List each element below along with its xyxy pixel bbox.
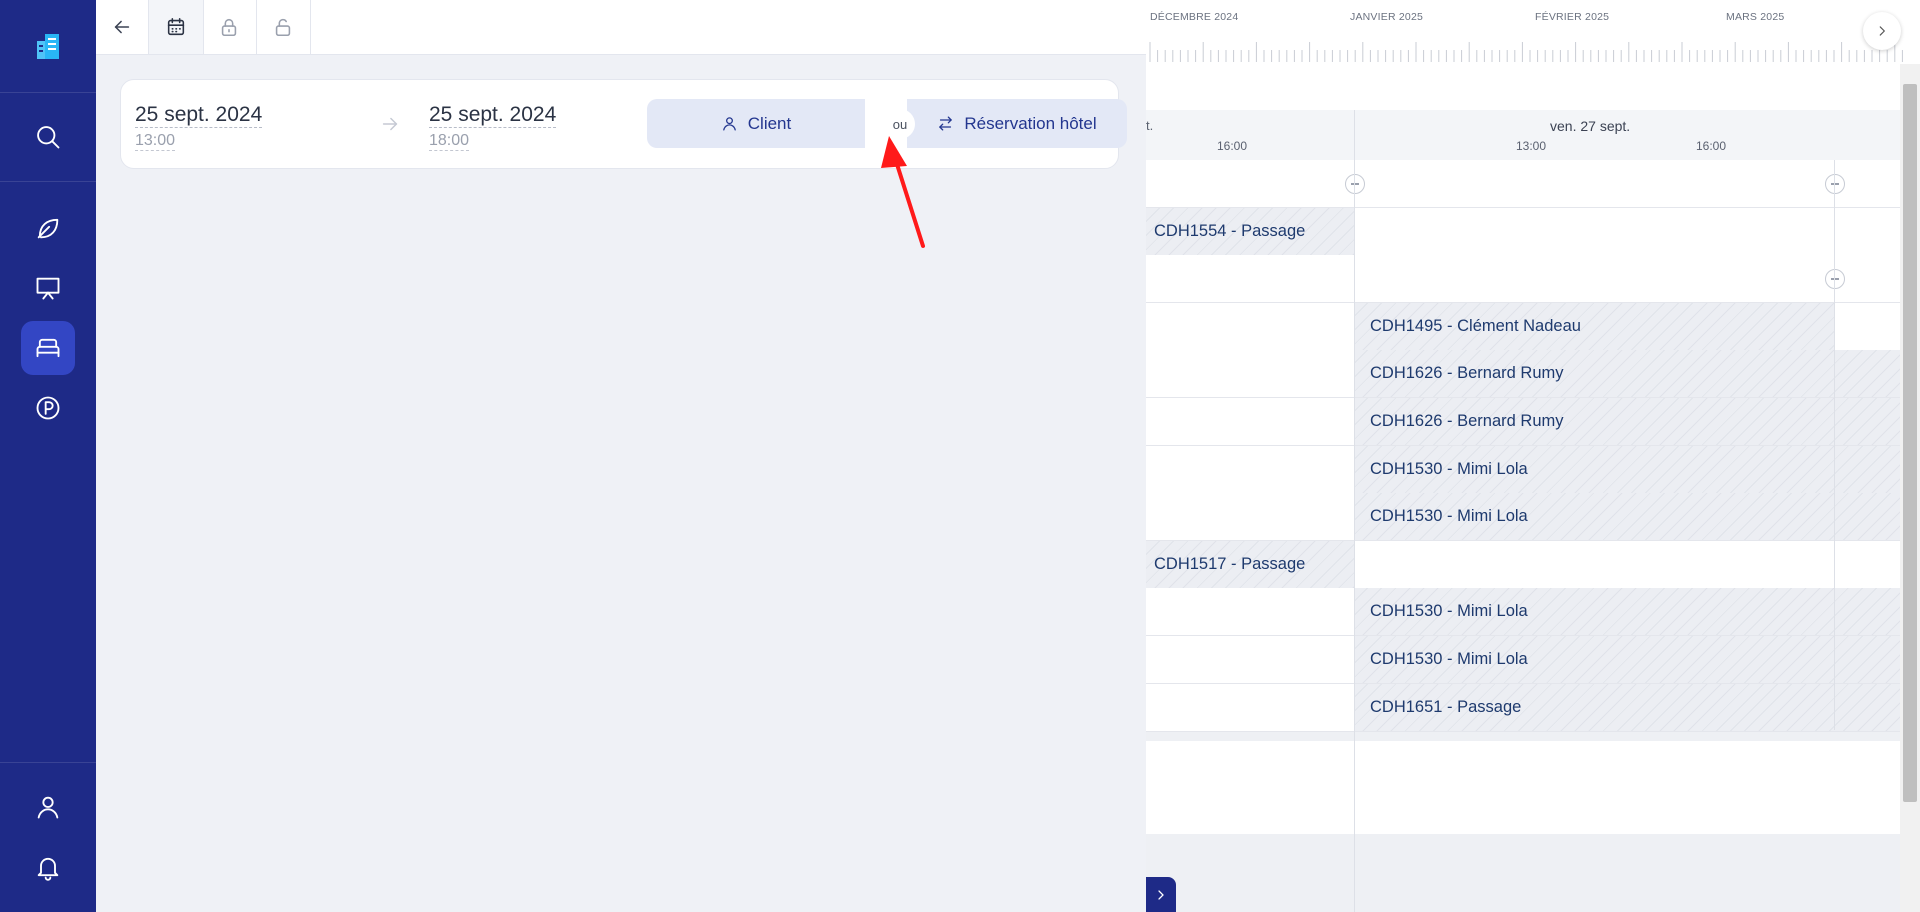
search-icon — [37, 126, 60, 149]
or-separator: ou — [885, 109, 915, 139]
sidebar — [0, 0, 96, 912]
client-button[interactable]: Client — [647, 99, 865, 148]
hour-label: 16:00 — [1217, 139, 1248, 153]
sidebar-item-rooms[interactable] — [21, 321, 75, 375]
month-label[interactable]: DÉCEMBRE 2024 — [1150, 11, 1238, 23]
start-date[interactable]: 25 sept. 2024 — [135, 103, 263, 128]
date-ruler[interactable] — [1146, 40, 1906, 64]
collapse-group-button[interactable] — [1825, 269, 1845, 289]
tab-unlock[interactable] — [256, 0, 311, 54]
month-label[interactable]: MARS 2025 — [1726, 11, 1784, 23]
sidebar-divider — [0, 762, 96, 763]
booking-bar[interactable]: CDH1530 - Mimi Lola — [1354, 588, 1900, 635]
chevron-right-icon — [1879, 26, 1885, 36]
end-time[interactable]: 18:00 — [429, 131, 470, 151]
bell-icon — [37, 857, 59, 881]
hotel-reservation-button[interactable]: Réservation hôtel — [907, 99, 1127, 148]
room-group-row — [1146, 160, 1900, 208]
client-button-label: Client — [747, 113, 792, 133]
notifications-button[interactable] — [21, 840, 75, 894]
day-label: ven. 27 sept. — [1550, 118, 1631, 134]
scrollbar-thumb[interactable] — [1903, 84, 1917, 802]
sidebar-divider — [0, 181, 96, 182]
end-date[interactable]: 25 sept. 2024 — [429, 103, 557, 128]
booking-dates-card: 25 sept. 2024 13:00 25 sept. 2024 18:00 … — [120, 79, 1127, 169]
sidebar-item-presentation[interactable] — [21, 261, 75, 315]
parking-icon — [36, 396, 60, 420]
profile-button[interactable] — [21, 780, 75, 834]
bed-icon — [36, 338, 60, 358]
building-icon — [37, 34, 59, 59]
booking-bar[interactable]: CDH1626 - Bernard Rumy — [1354, 350, 1900, 397]
hour-label: 16:00 — [1696, 139, 1727, 153]
booking-bar[interactable]: CDH1530 - Mimi Lola — [1354, 446, 1900, 493]
booking-panel: 25 sept. 2024 13:00 25 sept. 2024 18:00 … — [96, 0, 1146, 912]
hotel-logo[interactable] — [0, 0, 96, 93]
calendar-icon — [167, 17, 185, 36]
collapse-group-button[interactable] — [1825, 174, 1845, 194]
collapse-group-button[interactable] — [1345, 174, 1365, 194]
tab-calendar[interactable] — [148, 0, 204, 54]
month-label[interactable]: JANVIER 2025 — [1350, 11, 1423, 23]
hours-header: t. 16:00 ven. 27 sept. 13:00 16:00 — [1146, 110, 1900, 161]
booking-bar[interactable]: CDH1530 - Mimi Lola — [1354, 493, 1900, 540]
unlock-icon — [275, 18, 291, 37]
booking-bar[interactable]: CDH1495 - Clément Nadeau — [1354, 303, 1834, 350]
presentation-icon — [36, 277, 60, 300]
user-icon — [37, 796, 59, 819]
arrow-right-icon — [382, 117, 398, 131]
room-group-row — [1146, 255, 1900, 303]
swap-icon — [939, 116, 953, 131]
month-label[interactable]: FÉVRIER 2025 — [1535, 11, 1609, 23]
booking-bar[interactable]: CDH1554 - Passage — [1146, 208, 1354, 255]
timeline-footer — [1146, 834, 1900, 912]
prev-day-label: t. — [1146, 118, 1154, 133]
tab-lock[interactable] — [202, 0, 257, 54]
booking-bar[interactable]: CDH1530 - Mimi Lola — [1354, 636, 1900, 683]
sidebar-item-leaf[interactable] — [21, 201, 75, 255]
next-period-button[interactable] — [1863, 12, 1901, 50]
timeline-toolbar — [1146, 64, 1920, 111]
start-time[interactable]: 13:00 — [135, 131, 176, 151]
empty-row — [1146, 741, 1900, 789]
search-button[interactable] — [21, 110, 75, 164]
hotel-reservation-label: Réservation hôtel — [964, 113, 1097, 133]
booking-bar[interactable]: CDH1626 - Bernard Rumy — [1354, 398, 1900, 445]
panel-tabs — [96, 0, 1146, 55]
back-button[interactable] — [96, 0, 148, 54]
user-icon — [722, 117, 736, 131]
booking-bar[interactable]: CDH1651 - Passage — [1354, 684, 1900, 731]
expand-panel-button[interactable] — [1146, 877, 1176, 912]
hour-label: 13:00 — [1516, 139, 1547, 153]
leaf-icon — [37, 218, 59, 239]
day-divider — [1354, 110, 1355, 912]
chevron-right-icon — [1158, 889, 1164, 900]
booking-bar[interactable]: CDH1517 - Passage — [1146, 541, 1354, 588]
lock-icon — [221, 18, 237, 37]
sidebar-item-parking[interactable] — [21, 381, 75, 435]
room-timeline: DÉCEMBRE 2024 JANVIER 2025 FÉVRIER 2025 … — [1146, 0, 1920, 912]
month-scale: DÉCEMBRE 2024 JANVIER 2025 FÉVRIER 2025 … — [1146, 0, 1920, 65]
empty-row — [1146, 788, 1900, 836]
day-divider — [1834, 160, 1835, 730]
arrow-left-icon — [114, 20, 130, 34]
